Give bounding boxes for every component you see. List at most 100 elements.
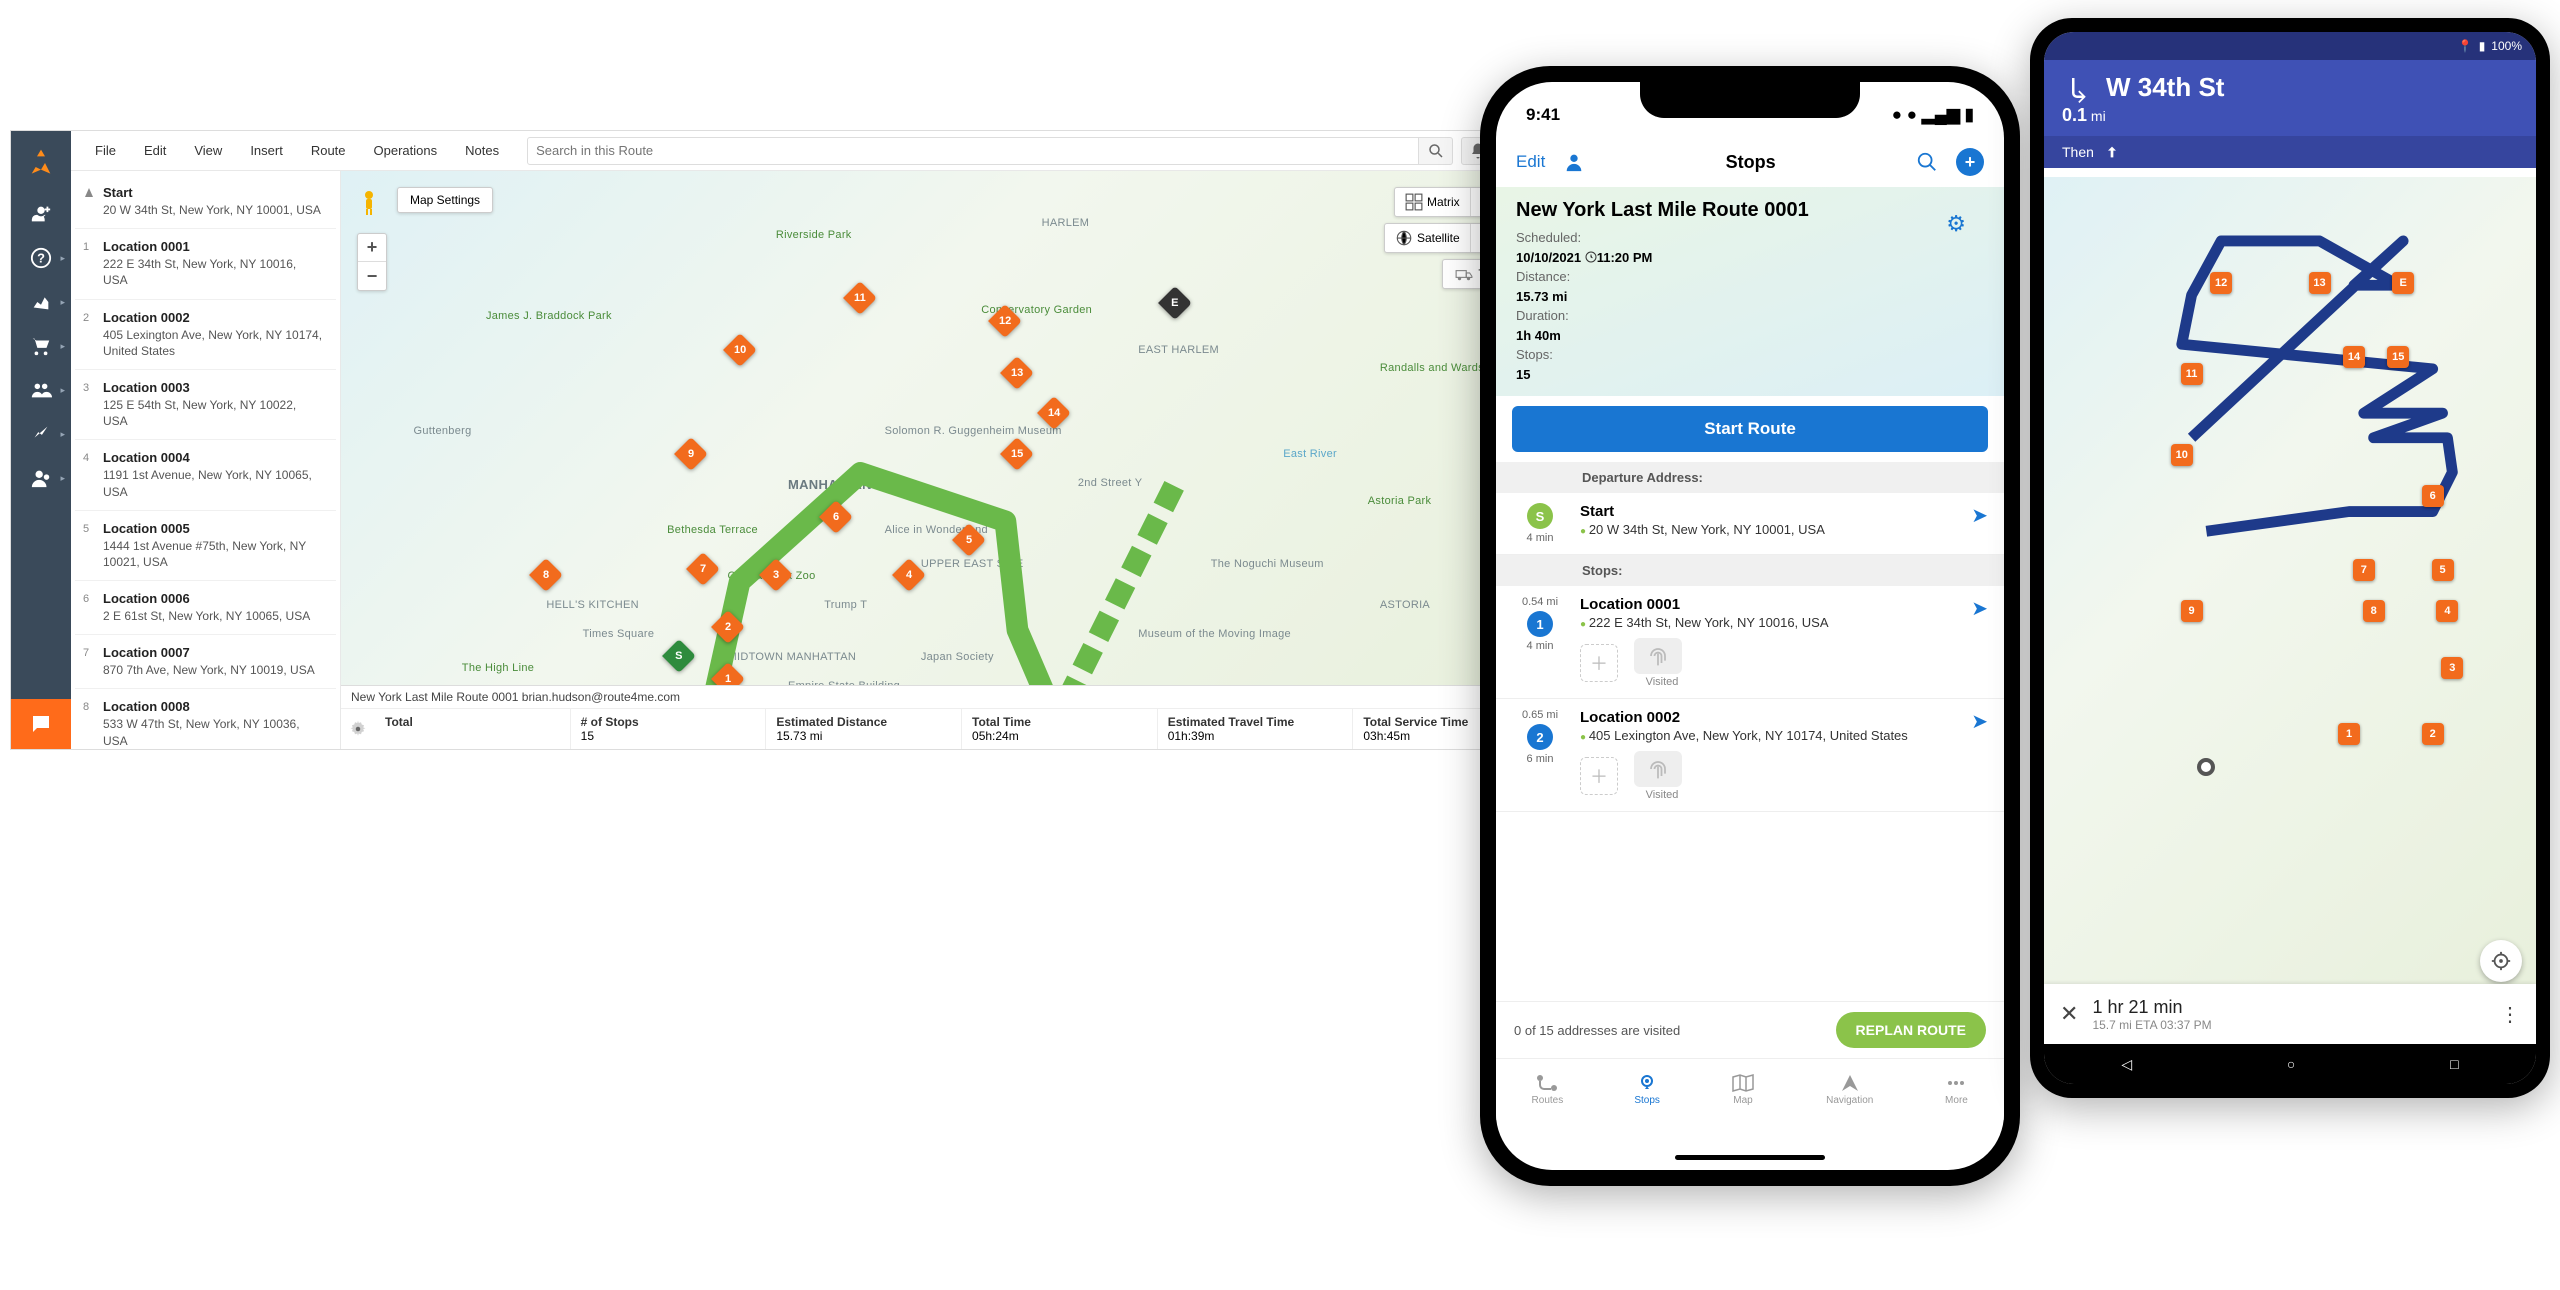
map-marker[interactable]: 1 — [2338, 723, 2360, 745]
menu-route[interactable]: Route — [299, 139, 358, 162]
map-marker[interactable]: 5 — [2432, 559, 2454, 581]
map-marker[interactable]: 4 — [897, 563, 921, 593]
stop-item[interactable]: Start20 W 34th St, New York, NY 10001, U… — [75, 175, 336, 229]
map-marker[interactable]: 9 — [679, 442, 703, 472]
matrix-view-button[interactable]: Matrix — [1395, 188, 1471, 216]
close-button[interactable]: ✕ — [2060, 1001, 2078, 1027]
sidebar-orders[interactable] — [11, 325, 71, 367]
zoom-out-button[interactable]: − — [358, 262, 386, 290]
ios-stop-item[interactable]: 0.54 mi14 min Location 0001222 E 34th St… — [1496, 586, 2004, 699]
map-marker[interactable]: 10 — [728, 338, 752, 368]
menu-operations[interactable]: Operations — [362, 139, 450, 162]
map-marker[interactable]: 10 — [2171, 444, 2193, 466]
navigate-button[interactable]: ➤ — [1971, 709, 1988, 801]
map-icon — [1731, 1073, 1755, 1093]
map-marker[interactable]: 13 — [1005, 361, 1029, 391]
map-marker[interactable]: 8 — [2363, 600, 2385, 622]
replan-route-button[interactable]: REPLAN ROUTE — [1836, 1012, 1986, 1048]
navigate-button[interactable]: ➤ — [1971, 503, 1988, 544]
map-marker[interactable]: 7 — [2353, 559, 2375, 581]
summary-settings-button[interactable] — [341, 709, 375, 749]
home-button[interactable]: ○ — [2287, 1056, 2295, 1072]
stop-item[interactable]: 3Location 0003125 E 54th St, New York, N… — [75, 370, 336, 440]
tab-map[interactable]: Map — [1731, 1073, 1755, 1106]
more-button[interactable]: ⋮ — [2500, 1002, 2520, 1027]
map-marker[interactable]: S — [667, 644, 691, 674]
menu-insert[interactable]: Insert — [238, 139, 295, 162]
ios-stop-item[interactable]: 0.65 mi26 min Location 0002405 Lexington… — [1496, 699, 2004, 812]
map-marker[interactable]: E — [1163, 291, 1187, 321]
map-marker[interactable]: 11 — [2181, 363, 2203, 385]
map-marker[interactable]: 9 — [2181, 600, 2203, 622]
navigate-button[interactable]: ➤ — [1971, 596, 1988, 688]
recents-button[interactable]: □ — [2450, 1056, 2458, 1072]
tab-navigation[interactable]: Navigation — [1826, 1073, 1873, 1106]
search-icon[interactable] — [1916, 151, 1938, 173]
menu-edit[interactable]: Edit — [132, 139, 178, 162]
ios-stop-item[interactable]: S4 min Start20 W 34th St, New York, NY 1… — [1496, 493, 2004, 555]
map-marker[interactable]: 7 — [691, 557, 715, 587]
route-settings-button[interactable]: ⚙ — [1946, 211, 1966, 237]
stop-item[interactable]: 8Location 0008533 W 47th St, New York, N… — [75, 689, 336, 749]
sidebar-team[interactable] — [11, 369, 71, 411]
zoom-in-button[interactable]: + — [358, 234, 386, 262]
map-marker[interactable]: 3 — [764, 563, 788, 593]
stops-panel[interactable]: Start20 W 34th St, New York, NY 10001, U… — [71, 171, 341, 749]
add-note-button[interactable]: ＋ — [1580, 757, 1618, 795]
pegman-icon[interactable] — [357, 189, 381, 217]
start-route-button[interactable]: Start Route — [1512, 406, 1988, 452]
edit-button[interactable]: Edit — [1516, 152, 1545, 172]
map-marker[interactable]: 11 — [848, 286, 872, 316]
map-marker[interactable]: 6 — [824, 505, 848, 535]
sidebar-new-route[interactable] — [11, 193, 71, 235]
map-marker[interactable]: 2 — [716, 615, 740, 645]
stop-item[interactable]: 5Location 00051444 1st Avenue #75th, New… — [75, 511, 336, 581]
sidebar-analytics[interactable] — [11, 413, 71, 455]
person-icon[interactable] — [1563, 151, 1585, 173]
android-mockup: 📍▮100% W 34th St 0.1 mi Then 1213E111415… — [2030, 18, 2550, 1098]
stop-item[interactable]: 2Location 0002405 Lexington Ave, New Yor… — [75, 300, 336, 370]
stop-item[interactable]: 4Location 00041191 1st Avenue, New York,… — [75, 440, 336, 510]
stop-item[interactable]: 6Location 00062 E 61st St, New York, NY … — [75, 581, 336, 635]
sidebar-chat-button[interactable] — [11, 699, 71, 749]
stop-item[interactable]: 1Location 0001222 E 34th St, New York, N… — [75, 229, 336, 299]
menu-notes[interactable]: Notes — [453, 139, 511, 162]
map-marker[interactable]: 14 — [2343, 346, 2365, 368]
map-marker[interactable]: 4 — [2436, 600, 2458, 622]
menu-file[interactable]: File — [83, 139, 128, 162]
sidebar-account[interactable] — [11, 457, 71, 499]
map-canvas[interactable]: HARLEMRiverside ParkConservatory GardenE… — [341, 171, 1549, 749]
map-marker[interactable]: 14 — [1042, 401, 1066, 431]
add-button[interactable]: + — [1956, 148, 1984, 176]
add-note-button[interactable]: ＋ — [1580, 644, 1618, 682]
ios-tab-bar: Routes Stops Map Navigation More — [1496, 1058, 2004, 1120]
sidebar-actions[interactable] — [11, 281, 71, 323]
stop-item[interactable]: 7Location 0007870 7th Ave, New York, NY … — [75, 635, 336, 689]
recenter-button[interactable] — [2480, 940, 2522, 982]
tab-more[interactable]: More — [1944, 1073, 1968, 1106]
map-marker[interactable]: 5 — [957, 528, 981, 558]
back-button[interactable]: ◁ — [2121, 1056, 2132, 1073]
menu-view[interactable]: View — [182, 139, 234, 162]
map-marker[interactable]: E — [2392, 272, 2414, 294]
android-map[interactable]: 1213E11141510697584312 — [2044, 177, 2536, 996]
route-search-input[interactable] — [527, 137, 1419, 165]
stops-section-label: Stops: — [1496, 555, 2004, 586]
tab-stops[interactable]: Stops — [1634, 1073, 1660, 1106]
map-marker[interactable]: 8 — [534, 563, 558, 593]
map-settings-button[interactable]: Map Settings — [397, 187, 493, 213]
satellite-button[interactable]: Satellite — [1385, 224, 1471, 252]
map-marker[interactable]: 6 — [2422, 485, 2444, 507]
sidebar-help[interactable]: ? — [11, 237, 71, 279]
visited-thumbnail[interactable] — [1634, 751, 1682, 787]
map-marker[interactable]: 15 — [2387, 346, 2409, 368]
map-marker[interactable]: 12 — [993, 309, 1017, 339]
map-marker[interactable]: 13 — [2309, 272, 2331, 294]
tab-routes[interactable]: Routes — [1532, 1073, 1564, 1106]
map-marker[interactable]: 2 — [2422, 723, 2444, 745]
map-marker[interactable]: 12 — [2210, 272, 2232, 294]
map-marker[interactable]: 15 — [1005, 442, 1029, 472]
visited-thumbnail[interactable] — [1634, 638, 1682, 674]
map-marker[interactable]: 3 — [2441, 657, 2463, 679]
search-button[interactable] — [1419, 137, 1453, 165]
